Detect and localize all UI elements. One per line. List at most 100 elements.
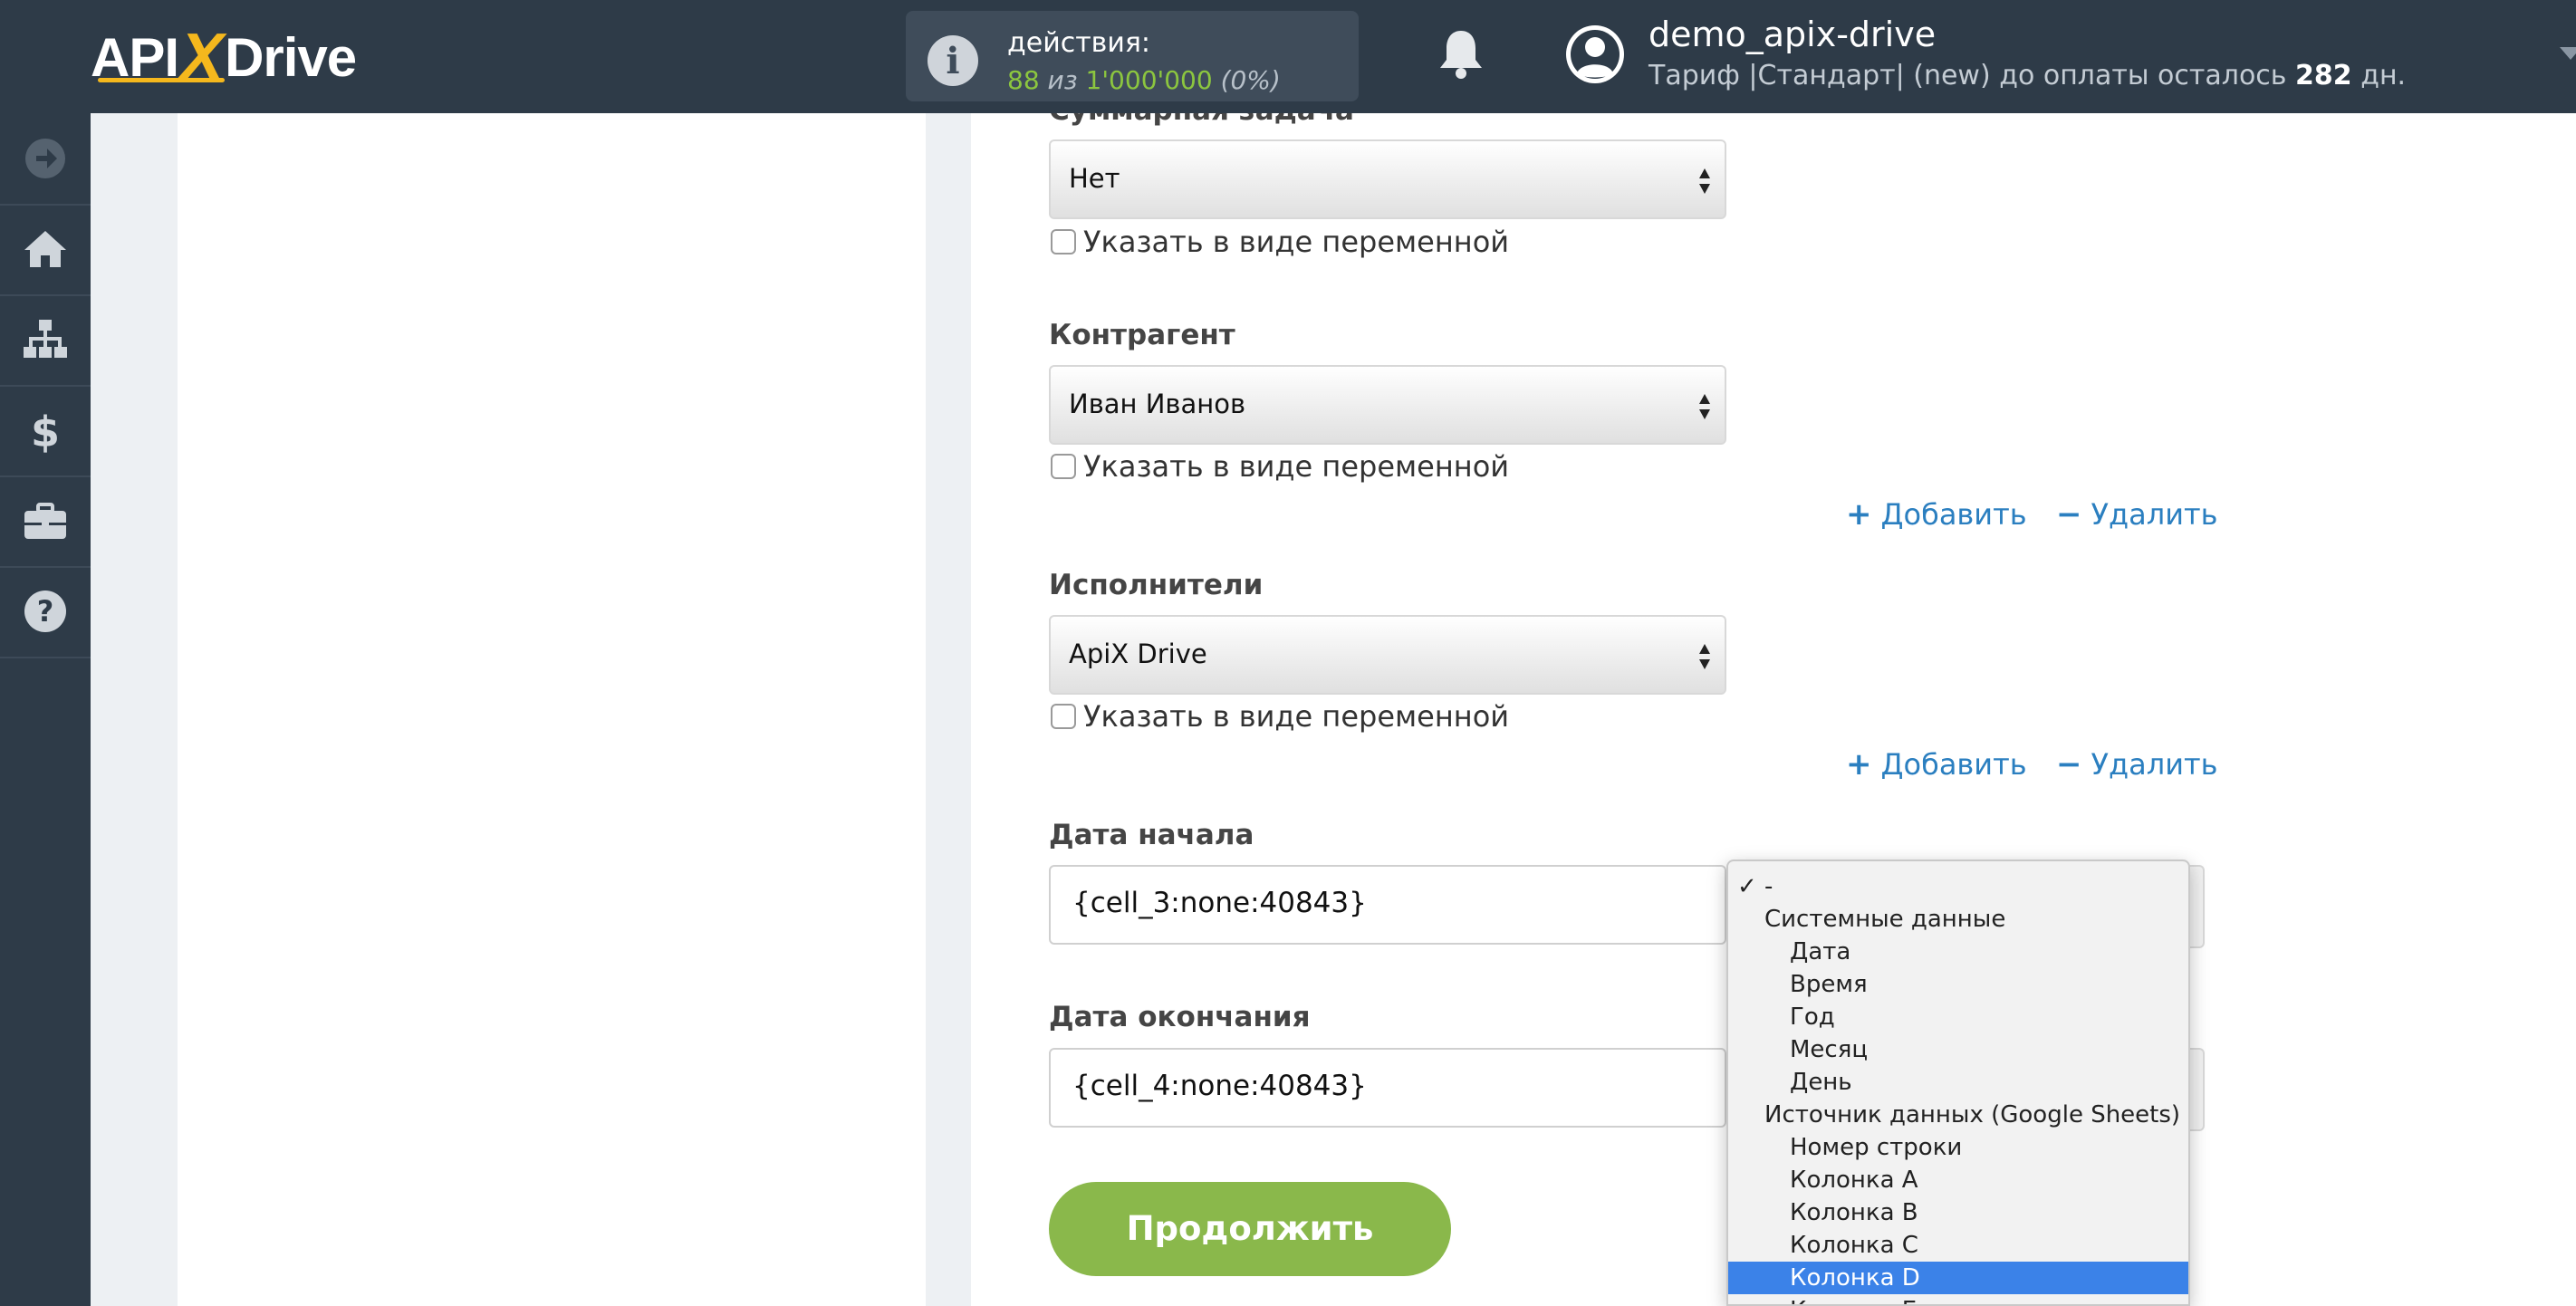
executors-remove-button[interactable]: − Удалить [2056, 746, 2217, 783]
select-arrows-icon [1699, 644, 1710, 669]
counterparty-variable-label: Указать в виде переменной [1083, 449, 1510, 484]
dropdown-option-label: Системные данные [1764, 906, 2006, 933]
dropdown-option[interactable]: Системные данные [1728, 903, 2188, 936]
counterparty-remove-button[interactable]: − Удалить [2056, 496, 2217, 533]
dropdown-option-label: Дата [1790, 938, 1851, 965]
chevron-down-icon[interactable] [2560, 47, 2576, 60]
actions-limit: 1'000'000 [1085, 65, 1213, 95]
end-date-value: {cell_4:none:40843} [1072, 1070, 1367, 1102]
dropdown-option-label: Время [1790, 971, 1868, 998]
bell-icon[interactable] [1436, 27, 1486, 82]
summary-task-value: Нет [1069, 163, 1120, 194]
dropdown-option-label: Колонка E [1790, 1294, 1917, 1304]
continue-button[interactable]: Продолжить [1049, 1182, 1451, 1276]
start-date-label: Дата начала [1049, 819, 1254, 851]
dropdown-option[interactable]: Год [1728, 1001, 2188, 1033]
actions-of: из [1047, 65, 1078, 95]
counterparty-variable-row: Указать в виде переменной [1051, 448, 1509, 485]
summary-task-select[interactable]: Нет [1049, 139, 1726, 219]
logo-underline [98, 78, 225, 82]
logo-text-x: X [180, 21, 224, 93]
end-date-input[interactable]: {cell_4:none:40843} [1049, 1048, 1726, 1128]
dropdown-option-label: Номер строки [1790, 1134, 1963, 1161]
days-left: 282 [2295, 60, 2352, 91]
username[interactable]: demo_apix-drive [1648, 14, 1936, 54]
counterparty-add-label: Добавить [1880, 497, 2027, 532]
counterparty-variable-checkbox[interactable] [1051, 454, 1076, 479]
plus-icon: + [1846, 496, 1872, 533]
tariff-info: Тариф |Стандарт| (new) до оплаты осталос… [1648, 60, 2406, 91]
apix-drive-logo[interactable]: API X Drive [91, 16, 357, 98]
top-bar: API X Drive i действия: 88 из 1'000'000 (0… [0, 0, 2576, 113]
start-date-value: {cell_3:none:40843} [1072, 887, 1367, 919]
briefcase-icon [24, 503, 66, 539]
counterparty-remove-label: Удалить [2091, 497, 2218, 532]
counterparty-label: Контрагент [1049, 319, 1235, 351]
dropdown-option[interactable]: Источник данных (Google Sheets) [1728, 1099, 2188, 1131]
counterparty-select[interactable]: Иван Иванов [1049, 365, 1726, 445]
dropdown-option[interactable]: Номер строки [1728, 1131, 2188, 1164]
dropdown-option[interactable]: Колонка C [1728, 1229, 2188, 1262]
plus-icon: + [1846, 746, 1872, 783]
executors-label: Исполнители [1049, 569, 1264, 601]
dropdown-option[interactable]: Колонка E [1728, 1294, 2188, 1304]
summary-task-variable-label: Указать в виде переменной [1083, 225, 1510, 259]
dropdown-option[interactable]: День [1728, 1066, 2188, 1099]
checkmark-icon: ✓ [1737, 873, 1757, 900]
dropdown-option-label: Колонка D [1790, 1264, 1920, 1292]
days-unit: дн. [2360, 60, 2407, 91]
summary-task-variable-checkbox[interactable] [1051, 229, 1076, 254]
counterparty-add-button[interactable]: + Добавить [1846, 496, 2027, 533]
actions-values: 88 из 1'000'000 (0%) [1007, 65, 1281, 95]
home-icon [24, 231, 66, 267]
left-panel [178, 113, 926, 1306]
sidebar: $ ? [0, 113, 91, 1306]
dropdown-option[interactable]: Дата [1728, 936, 2188, 968]
sidebar-item-collapse[interactable] [0, 113, 91, 206]
svg-text:$: $ [31, 408, 60, 454]
minus-icon: − [2056, 746, 2082, 783]
dropdown-option[interactable]: Колонка B [1728, 1196, 2188, 1229]
end-date-label: Дата окончания [1049, 1001, 1311, 1033]
dropdown-option-label: День [1790, 1069, 1852, 1096]
actions-counter: i действия: 88 из 1'000'000 (0%) [906, 11, 1359, 101]
executors-add-label: Добавить [1880, 747, 2027, 782]
dropdown-option[interactable]: Время [1728, 968, 2188, 1001]
summary-task-variable-row: Указать в виде переменной [1051, 224, 1509, 260]
dropdown-option-label: Год [1790, 1004, 1835, 1031]
actions-percent: (0%) [1220, 65, 1281, 95]
dropdown-option-label: Колонка A [1790, 1167, 1918, 1194]
dropdown-option-label: - [1764, 873, 1773, 900]
sitemap-icon [24, 320, 67, 358]
sidebar-item-billing[interactable]: $ [0, 385, 91, 477]
sidebar-item-services[interactable] [0, 475, 91, 568]
executors-select[interactable]: ApiX Drive [1049, 615, 1726, 695]
logo-text-right: Drive [225, 26, 357, 88]
dropdown-option[interactable]: Колонка A [1728, 1164, 2188, 1196]
actions-used: 88 [1007, 65, 1040, 95]
dropdown-option[interactable]: Месяц [1728, 1033, 2188, 1066]
executors-variable-checkbox[interactable] [1051, 704, 1076, 729]
tariff-text: Тариф |Стандарт| (new) до оплаты осталос… [1648, 60, 2287, 91]
sidebar-item-home[interactable] [0, 204, 91, 296]
info-icon: i [928, 35, 978, 86]
user-avatar-icon[interactable] [1563, 23, 1627, 86]
select-arrows-icon [1699, 168, 1710, 194]
dropdown-option-label: Месяц [1790, 1036, 1869, 1063]
svg-text:?: ? [37, 594, 54, 629]
dropdown-option-label: Колонка B [1790, 1199, 1918, 1226]
start-date-input[interactable]: {cell_3:none:40843} [1049, 865, 1726, 945]
executors-variable-row: Указать в виде переменной [1051, 698, 1509, 735]
dropdown-option-label: Колонка C [1790, 1232, 1918, 1259]
dropdown-option[interactable]: ✓ - [1728, 870, 2188, 903]
counterparty-value: Иван Иванов [1069, 389, 1246, 419]
variable-dropdown-menu[interactable]: ✓ - Системные данные Дата Время Год Месяц День И… [1726, 859, 2190, 1306]
dropdown-option[interactable]: Колонка D [1728, 1262, 2188, 1294]
sidebar-item-help[interactable]: ? [0, 566, 91, 658]
sidebar-item-connections[interactable] [0, 294, 91, 387]
arrow-right-icon [25, 139, 65, 178]
actions-label: действия: [1007, 27, 1150, 59]
executors-add-button[interactable]: + Добавить [1846, 746, 2027, 783]
dropdown-option-label: Источник данных (Google Sheets) [1764, 1101, 2181, 1128]
executors-variable-label: Указать в виде переменной [1083, 699, 1510, 734]
